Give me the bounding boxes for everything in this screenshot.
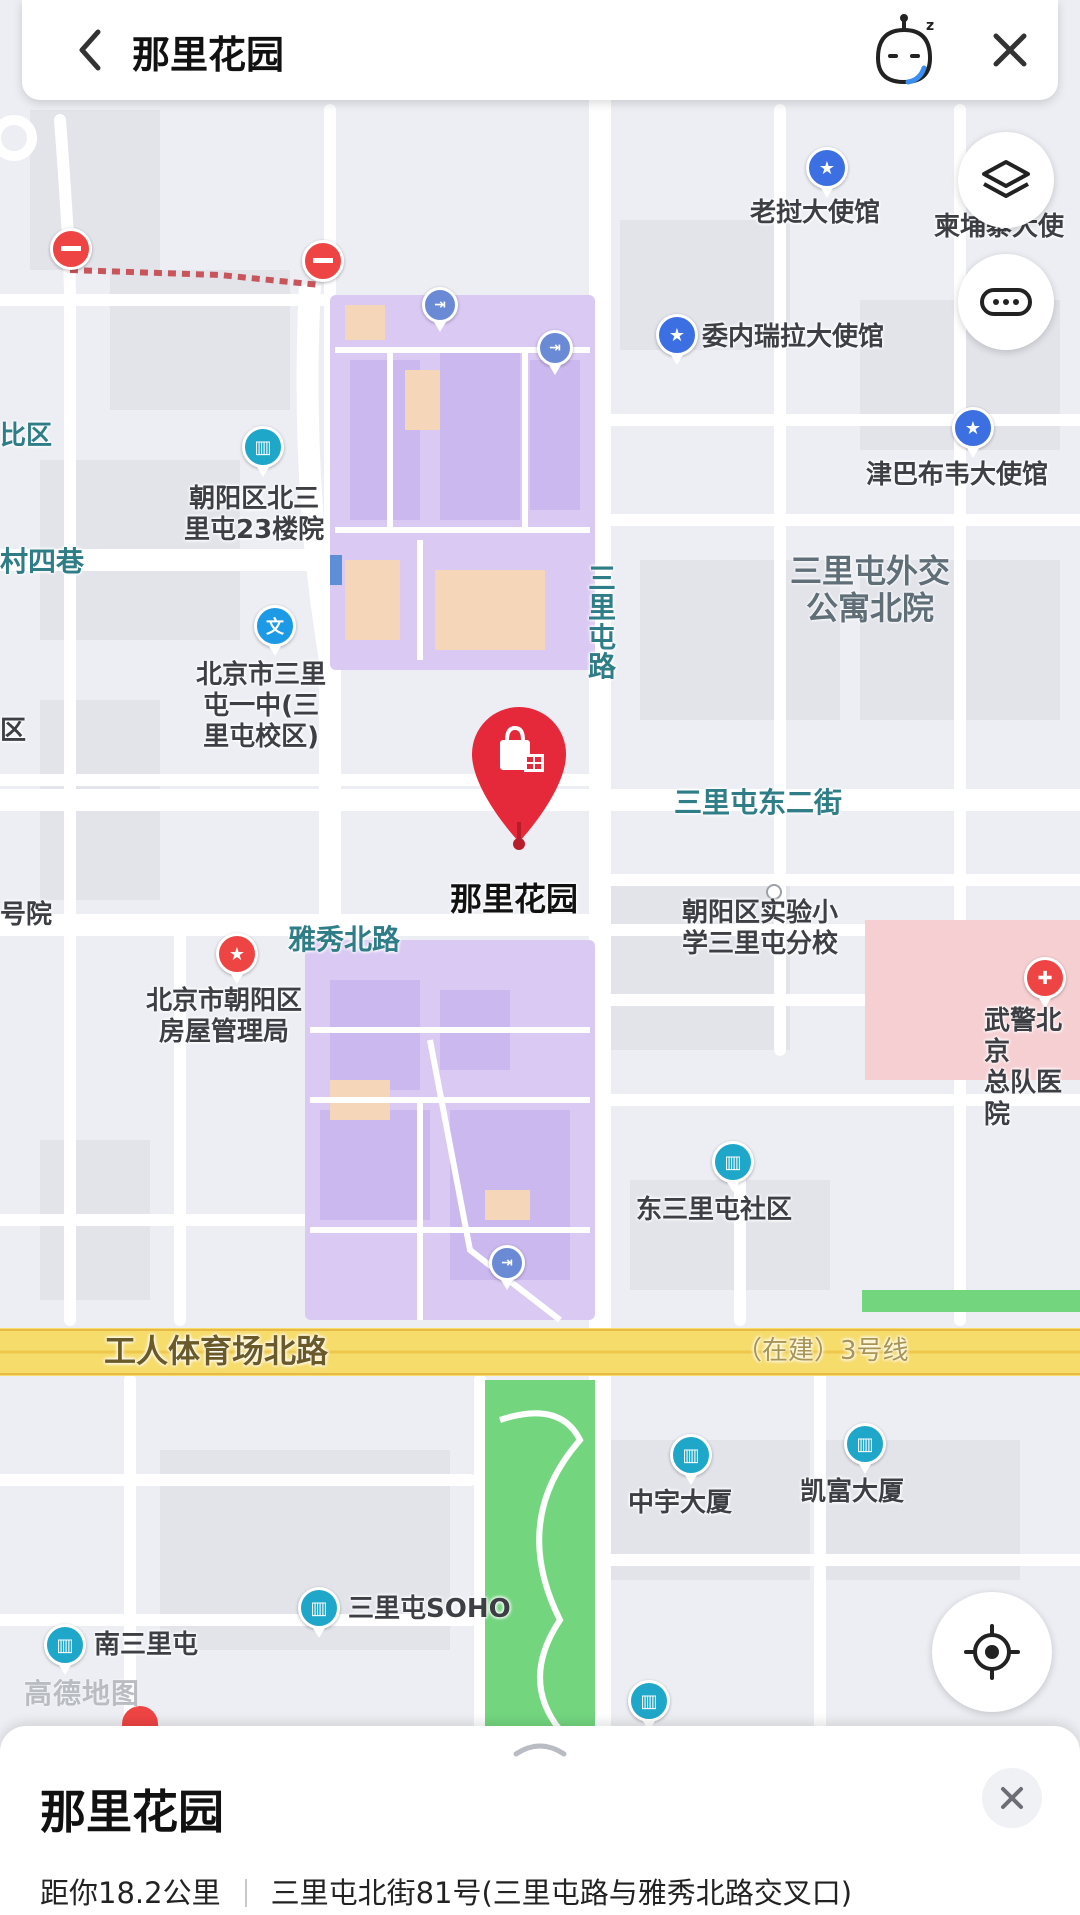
distance-text: 距你18.2公里: [40, 1876, 221, 1910]
map-canvas[interactable]: [0, 0, 1080, 1915]
road-label-cun-sixiang: 村四巷: [0, 545, 85, 578]
star-icon[interactable]: ★: [806, 147, 848, 198]
entrance-icon: ⇥: [422, 287, 458, 332]
layers-icon: [982, 160, 1030, 198]
more-button[interactable]: [958, 254, 1054, 350]
building-icon[interactable]: ▥: [242, 426, 284, 477]
building-icon[interactable]: ▥: [712, 1141, 754, 1192]
place-title: 那里花园: [40, 1785, 224, 1839]
more-icon: [980, 288, 1032, 316]
selected-place-marker[interactable]: [464, 702, 574, 852]
star-red-icon[interactable]: ★: [216, 933, 258, 984]
entrance-icon: ⇥: [489, 1245, 525, 1290]
entrance-icon: ⇥: [537, 330, 573, 375]
poi-sanlitun-school[interactable]: 北京市三里 屯一中(三 里屯校区): [196, 660, 326, 754]
area-label-waijiao-north: 三里屯外交 公寓北院: [790, 552, 951, 627]
road-label-sanlitun-road: 三里屯路: [588, 562, 617, 684]
no-entry-icon: [302, 240, 344, 282]
locate-icon: [964, 1624, 1020, 1680]
poi-east-sanlitun[interactable]: 东三里屯社区: [636, 1195, 792, 1226]
poi-armed-police[interactable]: 武警北京 总队医院: [984, 1006, 1080, 1131]
road-label-sanlitun-east2: 三里屯东二街: [674, 786, 843, 819]
poi-housing-bureau[interactable]: 北京市朝阳区 房屋管理局: [146, 986, 302, 1048]
svg-text:z: z: [926, 18, 934, 34]
road-label-metro-line: （在建）3号线: [736, 1336, 909, 1366]
assistant-button[interactable]: z: [864, 8, 944, 88]
poi-laos-embassy[interactable]: 老挝大使馆: [750, 198, 880, 229]
layers-button[interactable]: [958, 132, 1054, 228]
hospital-icon[interactable]: ✚: [1024, 957, 1066, 1008]
building-icon[interactable]: ▥: [298, 1587, 340, 1638]
close-button[interactable]: [982, 22, 1038, 78]
road-label-gongti-north: 工人体育场北路: [104, 1332, 329, 1370]
building-icon[interactable]: ▥: [844, 1423, 886, 1474]
building-icon[interactable]: ▥: [628, 1680, 670, 1731]
place-info-row: 距你18.2公里 三里屯北街81号(三里屯路与雅秀北路交叉口): [40, 1870, 852, 1912]
star-icon[interactable]: ★: [952, 407, 994, 458]
building-icon[interactable]: ▥: [670, 1434, 712, 1485]
poi-selected-place-label[interactable]: 那里花园: [450, 880, 578, 918]
poi-edge-qu-2: 区: [0, 716, 27, 746]
poi-zimbabwe-embassy[interactable]: 津巴布韦大使馆: [866, 460, 1048, 491]
address-text: 三里屯北街81号(三里屯路与雅秀北路交叉口): [270, 1876, 853, 1910]
close-icon: [1001, 1787, 1023, 1809]
poi-experimental-school[interactable]: 朝阳区实验小 学三里屯分校: [682, 898, 838, 960]
place-card: 那里花园 距你18.2公里 三里屯北街81号(三里屯路与雅秀北路交叉口): [0, 1726, 1080, 1915]
poi-venezuela-embassy[interactable]: 委内瑞拉大使馆: [702, 322, 884, 353]
back-button[interactable]: [66, 22, 116, 78]
poi-edge-qu-1: 比区: [0, 421, 53, 451]
search-title[interactable]: 那里花园: [132, 24, 284, 79]
poi-edge-hao: 号院: [0, 900, 53, 930]
close-icon: [993, 33, 1027, 67]
place-card-close-button[interactable]: [982, 1768, 1042, 1828]
poi-kaifu-building[interactable]: 凯富大厦: [800, 1477, 904, 1508]
poi-sanlitun-soho[interactable]: 三里屯SOHO: [348, 1594, 511, 1625]
poi-zhongyu-building[interactable]: 中宇大厦: [628, 1488, 732, 1519]
no-entry-icon: [50, 228, 92, 270]
sheet-handle[interactable]: [508, 1736, 572, 1760]
poi-south-sanlitun[interactable]: 南三里屯: [94, 1630, 198, 1661]
search-bar: 那里花园 z: [22, 0, 1058, 100]
locate-button[interactable]: [932, 1592, 1052, 1712]
culture-icon[interactable]: 文: [254, 605, 296, 656]
chevron-up-icon: [513, 1743, 567, 1757]
assistant-mascot-icon: z: [875, 14, 934, 85]
gaode-map-logo: 高德地图: [24, 1677, 141, 1710]
building-icon[interactable]: ▥: [44, 1624, 86, 1675]
poi-north-sanlitun-23[interactable]: 朝阳区北三 里屯23楼院: [184, 484, 324, 546]
star-icon[interactable]: ★: [656, 314, 698, 365]
chevron-left-icon: [79, 29, 101, 71]
divider: [244, 1879, 247, 1907]
road-label-yaxiu-north: 雅秀北路: [288, 923, 401, 956]
